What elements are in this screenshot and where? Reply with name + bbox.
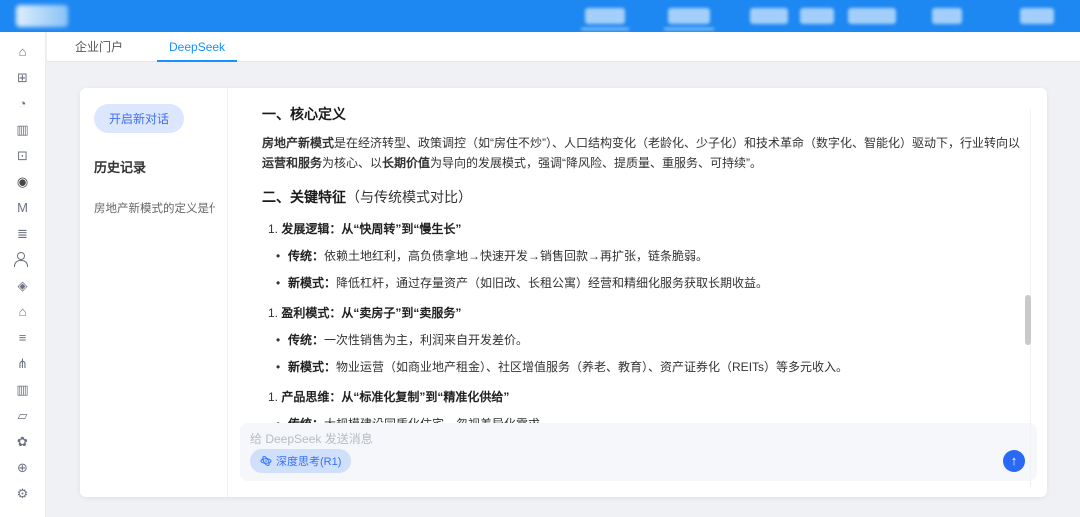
app-logo	[16, 5, 68, 27]
list-number: 1.	[268, 222, 278, 236]
history-title: 历史记录	[94, 157, 215, 176]
core-definition-paragraph: 房地产新模式是在经济转型、政策调控（如“房住不炒”）、人口结构变化（老龄化、少子…	[262, 133, 1021, 173]
text-run: 长期价值	[382, 156, 430, 170]
folder-open-icon[interactable]: ▱	[0, 408, 45, 423]
redacted-user-item[interactable]	[1020, 8, 1054, 24]
history-item[interactable]: 房地产新模式的定义是什么	[94, 200, 215, 216]
message-composer: 深度思考(R1) ↑	[240, 423, 1037, 481]
bullet-text: 依赖土地红利，高负债拿地→快速开发→销售回款→再扩张，链条脆弱。	[324, 249, 708, 263]
bullet-label: 传统：	[288, 333, 324, 347]
deep-think-button[interactable]: 深度思考(R1)	[250, 449, 351, 473]
bullet-label: 新模式：	[288, 276, 336, 290]
globe-icon[interactable]: ⊕	[0, 460, 45, 475]
redacted-nav-item[interactable]	[932, 8, 962, 24]
conversation-panel: 开启新对话 历史记录 房地产新模式的定义是什么	[80, 88, 228, 497]
bullet-text: 物业运营（如商业地产租金）、社区增值服务（养老、教育）、资产证券化（REITs）…	[336, 360, 848, 374]
user-icon[interactable]	[0, 252, 45, 267]
bullet-label: 传统：	[288, 249, 324, 263]
text-run: 运营和服务	[262, 156, 322, 170]
text-run: 是在经济转型、政策调控（如“房住不炒”）、人口结构变化（老龄化、少子化）和技术革…	[334, 136, 1020, 150]
text-run: 为导向的发展模式，强调“降风险、提质量、重服务、可持续”。	[430, 156, 762, 170]
globe-dark-icon[interactable]: ◉	[0, 174, 45, 189]
list-number: 1.	[268, 390, 278, 404]
chat-response-area: 一、核心定义 房地产新模式是在经济转型、政策调控（如“房住不炒”）、人口结构变化…	[228, 88, 1047, 423]
feature-title-text: 盈利模式：从“卖房子”到“卖服务”	[281, 306, 461, 320]
apps-icon[interactable]: ⊞	[0, 70, 45, 85]
feature-item: 1. 盈利模式：从“卖房子”到“卖服务” 传统：一次性销售为主，利润来自开发差价…	[262, 304, 1021, 375]
heading-suffix: （与传统模式对比）	[346, 189, 472, 205]
bullet-text: 一次性销售为主，利润来自开发差价。	[324, 333, 528, 347]
text-run: 房地产新模式	[262, 136, 334, 150]
layers-icon[interactable]: ≡	[0, 330, 45, 345]
bullet-line: 传统：一次性销售为主，利润来自开发差价。	[276, 332, 1021, 348]
m-letter-icon[interactable]: M	[0, 200, 45, 215]
feature-item: 1. 发展逻辑：从“快周转”到“慢生长” 传统：依赖土地红利，高负债拿地→快速开…	[262, 220, 1021, 291]
section-heading-core-definition: 一、核心定义	[262, 104, 1021, 124]
barcode-icon[interactable]: ▥	[0, 122, 45, 137]
list-number: 1.	[268, 306, 278, 320]
redacted-nav-item[interactable]	[585, 8, 625, 24]
text-run: 为核心、以	[322, 156, 382, 170]
redacted-nav-item[interactable]	[668, 8, 710, 24]
settings-icon[interactable]: ⚙	[0, 486, 45, 501]
bullet-line: 传统：依赖土地红利，高负债拿地→快速开发→销售回款→再扩张，链条脆弱。	[276, 248, 1021, 264]
scrollbar-thumb[interactable]	[1025, 295, 1031, 345]
message-input[interactable]	[250, 430, 890, 450]
redacted-nav-item[interactable]	[750, 8, 788, 24]
home-icon[interactable]: ⌂	[0, 304, 45, 319]
atom-icon	[260, 455, 272, 467]
shield-icon[interactable]: ◈	[0, 278, 45, 293]
sidebar-icon-rail: ⌂ ⊞ ◔ ▥ ⊡ ◉ M ≣ ◈ ⌂ ≡ ⋔ ▥ ▱ ✿ ⊕ ⚙	[0, 32, 46, 517]
feature-title: 1. 盈利模式：从“卖房子”到“卖服务”	[268, 304, 1021, 321]
redacted-nav-item[interactable]	[848, 8, 896, 24]
feature-title: 1. 产品思维：从“标准化复制”到“精准化供给”	[268, 388, 1021, 405]
pie-chart-icon[interactable]: ◔	[0, 96, 45, 111]
bullet-line: 传统：大规模建设同质化住宅，忽视差异化需求。	[276, 416, 1021, 423]
feature-title-text: 产品思维：从“标准化复制”到“精准化供给”	[281, 390, 509, 404]
deepseek-chat-card: 开启新对话 历史记录 房地产新模式的定义是什么 一、核心定义 房地产新模式是在经…	[80, 88, 1047, 497]
main-content: 开启新对话 历史记录 房地产新模式的定义是什么 一、核心定义 房地产新模式是在经…	[47, 62, 1080, 517]
new-chat-button[interactable]: 开启新对话	[94, 104, 184, 133]
barcode-icon[interactable]: ▥	[0, 382, 45, 397]
home-icon[interactable]: ⌂	[0, 44, 45, 59]
section-heading-key-features: 二、关键特征（与传统模式对比）	[262, 187, 1021, 207]
send-button[interactable]: ↑	[1003, 450, 1025, 472]
sitemap-icon[interactable]: ⋔	[0, 356, 45, 371]
top-bar	[0, 0, 1080, 32]
redacted-nav-item[interactable]	[800, 8, 834, 24]
feature-item: 1. 产品思维：从“标准化复制”到“精准化供给” 传统：大规模建设同质化住宅，忽…	[262, 388, 1021, 423]
arrow-up-icon: ↑	[1011, 453, 1018, 468]
list-icon[interactable]: ≣	[0, 226, 45, 241]
tab-deepseek[interactable]: DeepSeek	[155, 32, 239, 62]
bullet-line: 新模式：物业运营（如商业地产租金）、社区增值服务（养老、教育）、资产证券化（RE…	[276, 359, 1021, 375]
tab-bar: 企业门户 DeepSeek	[47, 32, 1080, 62]
folder-add-icon[interactable]: ⊡	[0, 148, 45, 163]
bullet-text: 降低杠杆，通过存量资产（如旧改、长租公寓）经营和精细化服务获取长期收益。	[336, 276, 768, 290]
heading-text: 二、关键特征	[262, 189, 346, 205]
scrollbar-track[interactable]	[1025, 108, 1031, 488]
deep-think-label: 深度思考(R1)	[276, 453, 341, 469]
bullet-label: 新模式：	[288, 360, 336, 374]
tab-enterprise-portal[interactable]: 企业门户	[61, 32, 137, 62]
bullet-line: 新模式：降低杠杆，通过存量资产（如旧改、长租公寓）经营和精细化服务获取长期收益。	[276, 275, 1021, 291]
feature-title: 1. 发展逻辑：从“快周转”到“慢生长”	[268, 220, 1021, 237]
badge-icon[interactable]: ✿	[0, 434, 45, 449]
feature-title-text: 发展逻辑：从“快周转”到“慢生长”	[281, 222, 461, 236]
